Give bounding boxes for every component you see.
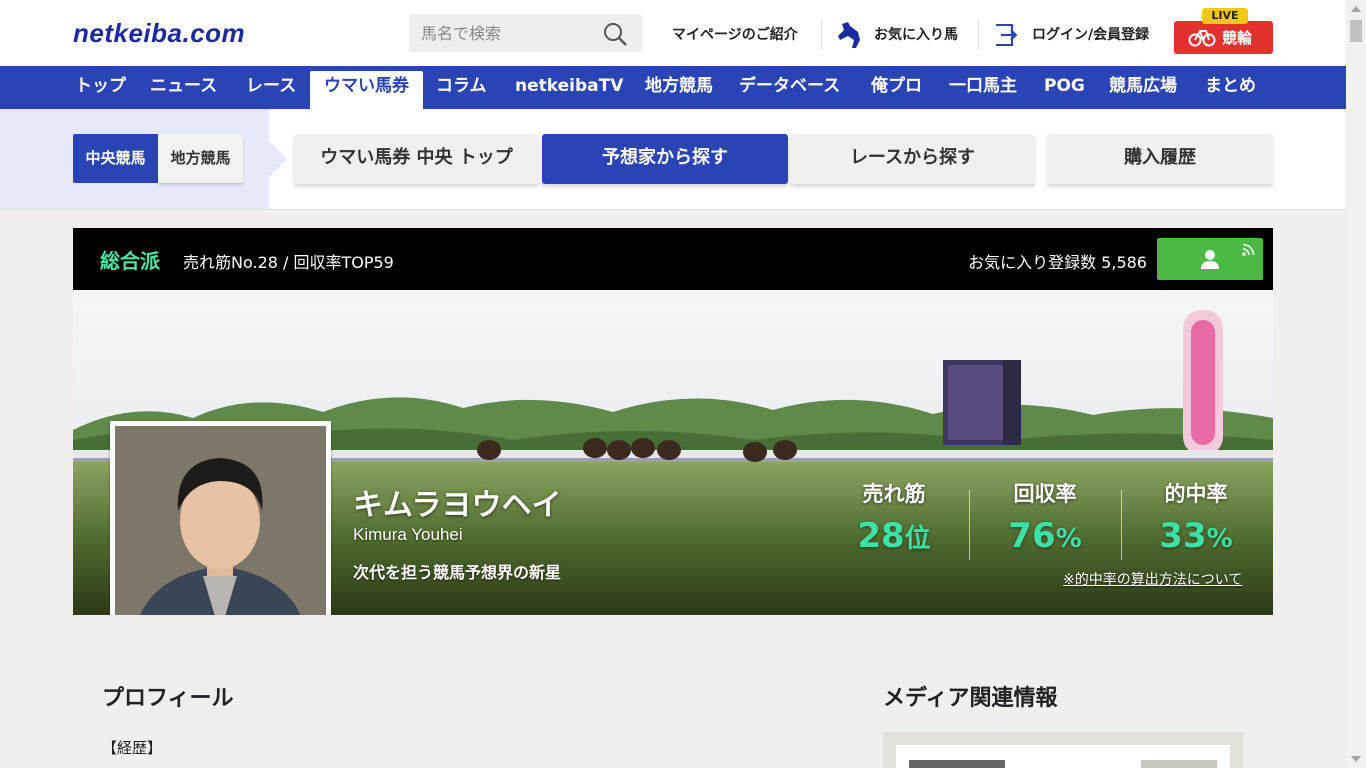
stat-hit-rate: 的中率 33% <box>1121 478 1271 556</box>
tab-purchase-history[interactable]: 購入履歴 <box>1047 134 1273 184</box>
stat-label: 的中率 <box>1164 482 1228 506</box>
stat-sales-rank: 売れ筋 28位 <box>819 478 969 556</box>
nav-item-top[interactable]: トップ <box>75 66 126 109</box>
tab-find-by-predictor[interactable]: 予想家から探す <box>542 134 788 184</box>
tab-umai-top[interactable]: ウマい馬券 中央 トップ <box>294 134 539 184</box>
nav-item-matome[interactable]: まとめ <box>1205 66 1256 109</box>
page-scrollbar[interactable] <box>1346 0 1366 768</box>
predictor-rank-text: 売れ筋No.28 / 回収率TOP59 <box>183 253 394 272</box>
nav-item-pog[interactable]: POG <box>1044 66 1085 109</box>
hit-rate-calc-link[interactable]: ※的中率の算出方法について <box>1063 569 1242 589</box>
nav-item-hiroba[interactable]: 競馬広場 <box>1109 66 1177 109</box>
search-input[interactable] <box>421 14 601 52</box>
nav-item-orepro[interactable]: 俺プロ <box>871 66 922 109</box>
media-thumbnail <box>1141 760 1217 768</box>
media-tag <box>909 760 1005 768</box>
add-favorite-button[interactable] <box>1157 238 1263 280</box>
bicycle-icon <box>1188 30 1216 47</box>
keirin-label: 競輪 <box>1222 29 1253 47</box>
nav-item-hitokuchi[interactable]: 一口馬主 <box>949 66 1017 109</box>
region-chuo-button[interactable]: 中央競馬 <box>73 134 158 183</box>
stat-label: 売れ筋 <box>862 482 926 506</box>
predictor-info-bar: 総合派 売れ筋No.28 / 回収率TOP59 お気に入り登録数 5,586 <box>73 228 1273 290</box>
stat-value: 33% <box>1159 516 1233 556</box>
search-box <box>409 14 642 52</box>
live-badge: LIVE <box>1202 8 1248 24</box>
nav-item-umai-baken[interactable]: ウマい馬券 <box>310 71 423 109</box>
nav-item-column[interactable]: コラム <box>436 66 487 109</box>
login-icon[interactable] <box>992 21 1020 49</box>
scroll-down-icon[interactable] <box>1351 756 1361 762</box>
site-header: netkeiba.com マイページのご紹介 お気に入り馬 ログイン/会員登録 … <box>0 0 1346 66</box>
stat-label: 回収率 <box>1013 482 1077 506</box>
favorite-horse-link[interactable]: お気に入り馬 <box>874 24 958 44</box>
stat-value: 28位 <box>857 516 931 556</box>
divider <box>978 20 979 50</box>
search-icon[interactable] <box>602 21 628 47</box>
horse-icon[interactable] <box>836 20 864 50</box>
nav-item-chihou[interactable]: 地方競馬 <box>645 66 713 109</box>
nav-item-news[interactable]: ニュース <box>150 66 217 109</box>
user-icon <box>1201 250 1219 269</box>
arrow-divider <box>269 141 287 177</box>
global-nav: トップ ニュース レース ウマい馬券 コラム netkeibaTV 地方競馬 デ… <box>0 66 1346 109</box>
predictor-name-en: Kimura Youhei <box>353 525 463 544</box>
career-label: 【経歴】 <box>102 739 163 757</box>
keirin-button[interactable]: 競輪 <box>1174 21 1273 54</box>
stat-value: 76% <box>1008 516 1082 556</box>
login-link[interactable]: ログイン/会員登録 <box>1032 24 1149 44</box>
mypage-link[interactable]: マイページのご紹介 <box>672 24 798 44</box>
site-logo[interactable]: netkeiba.com <box>73 18 245 49</box>
scroll-thumb[interactable] <box>1350 20 1362 42</box>
nav-item-netkeibatv[interactable]: netkeibaTV <box>515 66 623 109</box>
predictor-portrait <box>110 421 331 638</box>
profile-section-title: プロフィール <box>102 686 234 711</box>
stat-return-rate: 回収率 76% <box>970 478 1120 556</box>
avatar <box>115 426 326 633</box>
nav-item-race[interactable]: レース <box>246 66 296 109</box>
divider <box>821 20 822 50</box>
tab-find-by-race[interactable]: レースから探す <box>790 134 1035 184</box>
predictor-catchphrase: 次代を担う競馬予想界の新星 <box>353 563 562 582</box>
region-panel: 中央競馬 地方競馬 <box>0 109 269 209</box>
predictor-type: 総合派 <box>100 249 160 273</box>
sub-nav: 中央競馬 地方競馬 ウマい馬券 中央 トップ 予想家から探す レースから探す 購… <box>0 109 1346 210</box>
predictor-name-jp: キムラヨウヘイ <box>353 488 562 523</box>
nav-item-database[interactable]: データベース <box>739 66 840 109</box>
region-chihou-button[interactable]: 地方競馬 <box>158 134 243 183</box>
scroll-up-icon[interactable] <box>1351 6 1361 12</box>
favorite-count: お気に入り登録数 5,586 <box>968 253 1147 272</box>
media-section-title: メディア関連情報 <box>883 686 1058 711</box>
rss-icon <box>1242 243 1255 256</box>
